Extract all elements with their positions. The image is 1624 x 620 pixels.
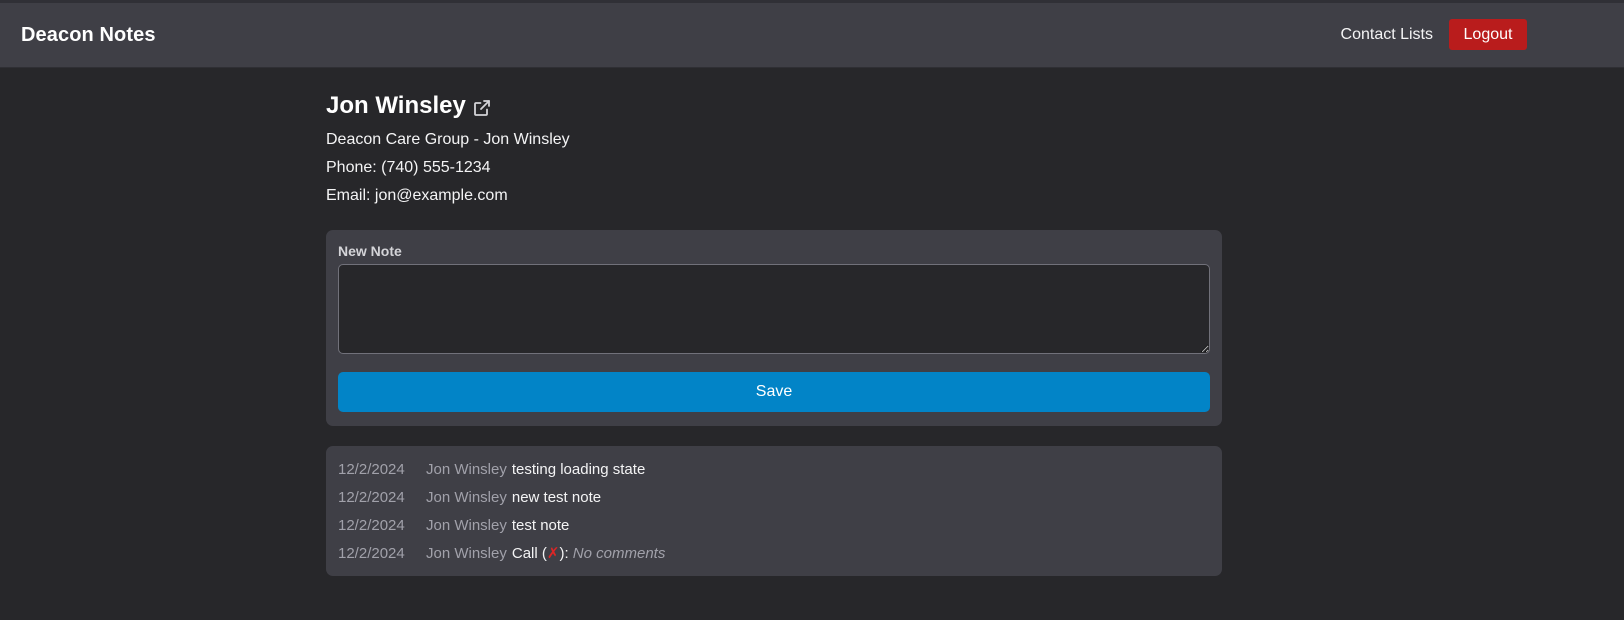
contact-lists-link[interactable]: Contact Lists xyxy=(1341,26,1433,44)
contact-header: Jon Winsley xyxy=(326,88,1222,124)
top-navbar: Deacon Notes Contact Lists Logout xyxy=(0,0,1624,68)
new-note-label: New Note xyxy=(338,243,402,259)
contact-detail: Jon Winsley Deacon Care Group - Jon Wins… xyxy=(326,88,1222,576)
note-row: 12/2/2024 Jon Winsley new test note xyxy=(338,484,1210,512)
notes-list: 12/2/2024 Jon Winsley testing loading st… xyxy=(326,446,1222,576)
call-note-text: Call (✗): No comments xyxy=(512,540,665,568)
note-text: test note xyxy=(511,517,570,534)
brand-title[interactable]: Deacon Notes xyxy=(21,24,156,47)
note-author: Jon Winsley xyxy=(426,489,507,506)
note-row: 12/2/2024 Jon Winsley test note xyxy=(338,512,1210,540)
contact-email: Email: jon@example.com xyxy=(326,187,508,204)
save-button[interactable]: Save xyxy=(338,372,1210,412)
logout-button[interactable]: Logout xyxy=(1449,19,1527,50)
note-date: 12/2/2024 xyxy=(338,461,405,478)
note-author: Jon Winsley xyxy=(426,461,507,478)
call-suffix: ): xyxy=(559,545,569,562)
note-author: Jon Winsley xyxy=(426,545,507,562)
call-failed-icon: ✗ xyxy=(546,545,560,562)
contact-group: Deacon Care Group - Jon Winsley xyxy=(326,131,570,148)
note-text: new test note xyxy=(511,489,602,506)
call-prefix: Call ( xyxy=(511,545,547,562)
contact-name: Jon Winsley xyxy=(326,92,466,119)
note-row: 12/2/2024 Jon Winsley testing loading st… xyxy=(338,456,1210,484)
note-text: testing loading state xyxy=(511,461,646,478)
nav-links: Contact Lists Logout xyxy=(1341,19,1527,50)
note-author: Jon Winsley xyxy=(426,517,507,534)
note-date: 12/2/2024 xyxy=(338,489,405,506)
contact-phone: Phone: (740) 555-1234 xyxy=(326,159,491,176)
external-link-icon[interactable] xyxy=(473,99,491,117)
call-comment: No comments xyxy=(572,545,666,562)
new-note-textarea[interactable] xyxy=(338,264,1210,354)
note-row: 12/2/2024 Jon Winsley Call (✗): No comme… xyxy=(338,540,1210,568)
note-date: 12/2/2024 xyxy=(338,545,405,562)
note-date: 12/2/2024 xyxy=(338,517,405,534)
new-note-form: New Note Save xyxy=(326,230,1222,426)
